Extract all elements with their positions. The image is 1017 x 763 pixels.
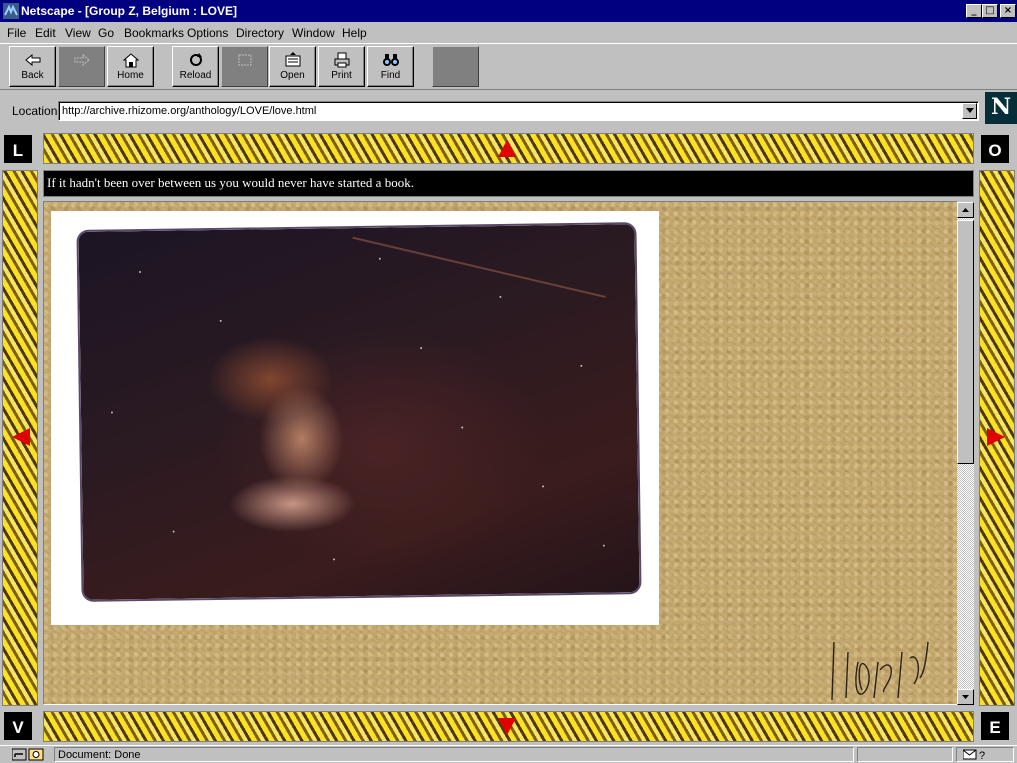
chevron-down-icon	[965, 108, 974, 113]
reload-label: Reload	[179, 70, 212, 81]
menu-bar: File Edit View Go Bookmarks Options Dire…	[0, 24, 1017, 42]
menu-help[interactable]: Help	[342, 26, 367, 40]
status-text-field: Document: Done	[54, 747, 854, 762]
images-icon	[238, 54, 252, 66]
content-scrollbar[interactable]	[957, 202, 974, 705]
maximize-button[interactable]: □	[982, 4, 998, 18]
home-label: Home	[117, 70, 144, 81]
forward-arrow-icon	[74, 53, 90, 67]
open-button[interactable]: Open	[269, 46, 316, 87]
content-frame	[43, 201, 958, 705]
back-button[interactable]: Back	[9, 46, 56, 87]
letter-v: V	[2, 710, 34, 742]
stop-button[interactable]	[432, 46, 479, 87]
menu-file[interactable]: File	[7, 26, 26, 40]
open-label: Open	[280, 70, 305, 81]
url-dropdown-button[interactable]	[962, 103, 977, 119]
down-arrow-icon[interactable]	[498, 718, 516, 735]
forward-button[interactable]	[58, 46, 105, 87]
svg-text:?: ?	[979, 750, 985, 761]
scroll-thumb[interactable]	[957, 220, 974, 464]
menu-window[interactable]: Window	[292, 26, 335, 40]
home-icon	[122, 53, 140, 68]
status-bar: Document: Done ?	[0, 745, 1017, 763]
close-button[interactable]: ×	[1000, 4, 1016, 18]
home-button[interactable]: Home	[107, 46, 154, 87]
menu-options[interactable]: Options	[187, 26, 228, 40]
back-arrow-icon	[25, 53, 41, 67]
netscape-app-icon[interactable]	[3, 3, 19, 19]
status-text: Document: Done	[58, 749, 141, 761]
minimize-button[interactable]: _	[966, 4, 982, 18]
progress-cell	[857, 747, 953, 762]
message-frame: If it hadn't been over between us you wo…	[43, 170, 974, 197]
title-bar: Netscape - [Group Z, Belgium : LOVE] _ □…	[0, 0, 1017, 22]
message-text: If it hadn't been over between us you wo…	[47, 175, 414, 190]
reload-icon	[190, 53, 202, 66]
url-input[interactable]: http://archive.rhizome.org/anthology/LOV…	[58, 101, 979, 121]
location-label: Location:	[12, 104, 61, 118]
browser-window: Netscape - [Group Z, Belgium : LOVE] _ □…	[0, 0, 1017, 763]
handwritten-signature	[831, 641, 929, 701]
find-label: Find	[380, 70, 401, 81]
binoculars-icon	[383, 54, 399, 66]
open-icon	[285, 52, 301, 67]
letter-l: L	[2, 133, 34, 165]
menu-bookmarks[interactable]: Bookmarks	[124, 26, 184, 40]
location-bar: Location: http://archive.rhizome.org/ant…	[0, 91, 1017, 129]
letter-o: O	[979, 133, 1011, 165]
window-title: Netscape - [Group Z, Belgium : LOVE]	[21, 4, 238, 18]
print-label: Print	[331, 70, 352, 81]
reload-button[interactable]: Reload	[172, 46, 219, 87]
images-button[interactable]	[221, 46, 268, 87]
photo-image	[78, 224, 640, 600]
security-key-icon[interactable]	[12, 748, 44, 761]
left-arrow-icon[interactable]	[12, 428, 30, 446]
menu-view[interactable]: View	[65, 26, 91, 40]
scroll-up-button[interactable]	[957, 202, 974, 218]
back-label: Back	[21, 70, 44, 81]
scroll-up-icon	[962, 208, 969, 212]
letter-e: E	[979, 710, 1011, 742]
scroll-down-button[interactable]	[957, 689, 974, 705]
photo-card	[51, 211, 659, 625]
netscape-logo[interactable]: N	[985, 92, 1017, 124]
menu-directory[interactable]: Directory	[236, 26, 284, 40]
mail-icon[interactable]: ?	[963, 749, 989, 761]
up-arrow-icon[interactable]	[498, 140, 516, 157]
url-text: http://archive.rhizome.org/anthology/LOV…	[62, 105, 317, 117]
menu-go[interactable]: Go	[98, 26, 114, 40]
printer-icon	[334, 52, 350, 68]
right-arrow-icon[interactable]	[987, 428, 1005, 446]
print-button[interactable]: Print	[318, 46, 365, 87]
mail-cell: ?	[956, 747, 1014, 762]
find-button[interactable]: Find	[367, 46, 414, 87]
menu-edit[interactable]: Edit	[35, 26, 56, 40]
toolbar: Back Home Reload Open Print Find	[0, 43, 1017, 90]
scroll-down-icon	[962, 695, 969, 699]
